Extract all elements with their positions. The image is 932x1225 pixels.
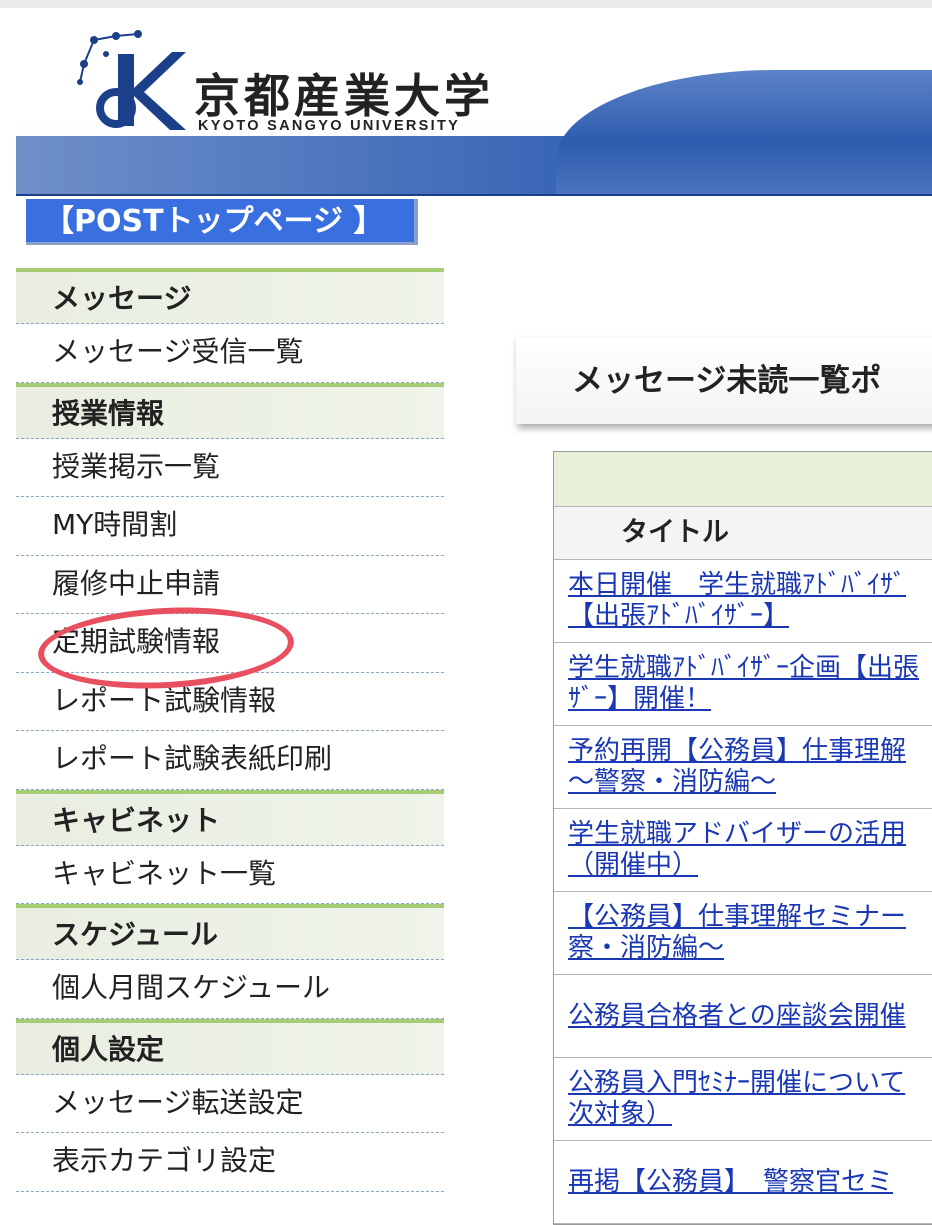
table-row: 予約再開【公務員】仕事理解 ～警察・消防編～ [554, 726, 932, 809]
sidebar-heading-message: メッセージ [16, 268, 444, 324]
sidebar-item-category-settings[interactable]: 表示カテゴリ設定 [16, 1133, 444, 1192]
sidebar-heading-cabinet: キャビネット [16, 789, 444, 846]
table-row: 学生就職アドバイザーの活用 （開催中） [554, 809, 932, 892]
table-header-band [554, 452, 932, 507]
table-row: 学生就職ｱﾄﾞﾊﾞｲｻﾞｰ企画【出張 ｻﾞｰ】開催！ [554, 643, 932, 726]
table-row: 再掲【公務員】 警察官セミ [554, 1141, 932, 1224]
sidebar-menu: メッセージ メッセージ受信一覧 授業情報 授業掲示一覧 MY時間割 履修中止申請… [16, 268, 444, 1192]
message-link[interactable]: 公務員合格者との座談会開催 [568, 1001, 906, 1032]
header-divider [16, 194, 932, 196]
sidebar-heading-class-info: 授業情報 [16, 382, 444, 439]
sidebar-item-class-notices[interactable]: 授業掲示一覧 [16, 438, 444, 497]
sidebar-item-withdrawal-request[interactable]: 履修中止申請 [16, 555, 444, 614]
sidebar-heading-personal-settings: 個人設定 [16, 1018, 444, 1075]
unread-messages-panel-title: メッセージ未読一覧ポ [516, 338, 932, 424]
message-link[interactable]: 学生就職アドバイザーの活用 （開催中） [568, 819, 906, 881]
sidebar-item-message-inbox[interactable]: メッセージ受信一覧 [16, 324, 444, 383]
university-name: 京都産業大学 [194, 69, 494, 123]
sidebar-item-forward-settings[interactable]: メッセージ転送設定 [16, 1074, 444, 1133]
message-link[interactable]: 本日開催 学生就職ｱﾄﾞﾊﾞｲｻﾞ 【出張ｱﾄﾞﾊﾞｲｻﾞｰ】 [568, 570, 906, 632]
site-header: 京都産業大学 KYOTO SANGYO UNIVERSITY [16, 8, 932, 194]
university-emblem-icon [77, 30, 186, 130]
post-top-page-link[interactable]: 【POSTトップページ 】 [26, 199, 418, 245]
sidebar-item-my-timetable[interactable]: MY時間割 [16, 497, 444, 556]
sidebar-item-cabinet-list[interactable]: キャビネット一覧 [16, 845, 444, 904]
table-row: 公務員入門ｾﾐﾅｰ開催について 次対象） [554, 1058, 932, 1141]
unread-messages-table: タイトル 本日開催 学生就職ｱﾄﾞﾊﾞｲｻﾞ 【出張ｱﾄﾞﾊﾞｲｻﾞｰ】 学生就… [553, 451, 932, 1225]
sidebar-item-monthly-schedule[interactable]: 個人月間スケジュール [16, 960, 444, 1019]
table-row: 本日開催 学生就職ｱﾄﾞﾊﾞｲｻﾞ 【出張ｱﾄﾞﾊﾞｲｻﾞｰ】 [554, 560, 932, 643]
sidebar-heading-schedule: スケジュール [16, 904, 444, 960]
header-blue-shape [556, 70, 932, 194]
sidebar-item-exam-info[interactable]: 定期試験情報 [16, 614, 444, 673]
table-row: 【公務員】仕事理解セミナー 察・消防編～ [554, 892, 932, 975]
message-link[interactable]: 再掲【公務員】 警察官セミ [568, 1167, 893, 1198]
message-link[interactable]: 公務員入門ｾﾐﾅｰ開催について 次対象） [568, 1068, 905, 1130]
university-name-en: KYOTO SANGYO UNIVERSITY [198, 118, 461, 134]
column-header-title: タイトル [554, 507, 932, 560]
table-row: 公務員合格者との座談会開催 [554, 975, 932, 1058]
message-link[interactable]: 予約再開【公務員】仕事理解 ～警察・消防編～ [568, 736, 906, 798]
top-strip [0, 0, 932, 8]
message-link[interactable]: 【公務員】仕事理解セミナー 察・消防編～ [568, 902, 906, 964]
sidebar-item-report-cover-print[interactable]: レポート試験表紙印刷 [16, 731, 444, 790]
sidebar-item-report-exam-info[interactable]: レポート試験情報 [16, 672, 444, 731]
message-link[interactable]: 学生就職ｱﾄﾞﾊﾞｲｻﾞｰ企画【出張 ｻﾞｰ】開催！ [568, 653, 919, 715]
